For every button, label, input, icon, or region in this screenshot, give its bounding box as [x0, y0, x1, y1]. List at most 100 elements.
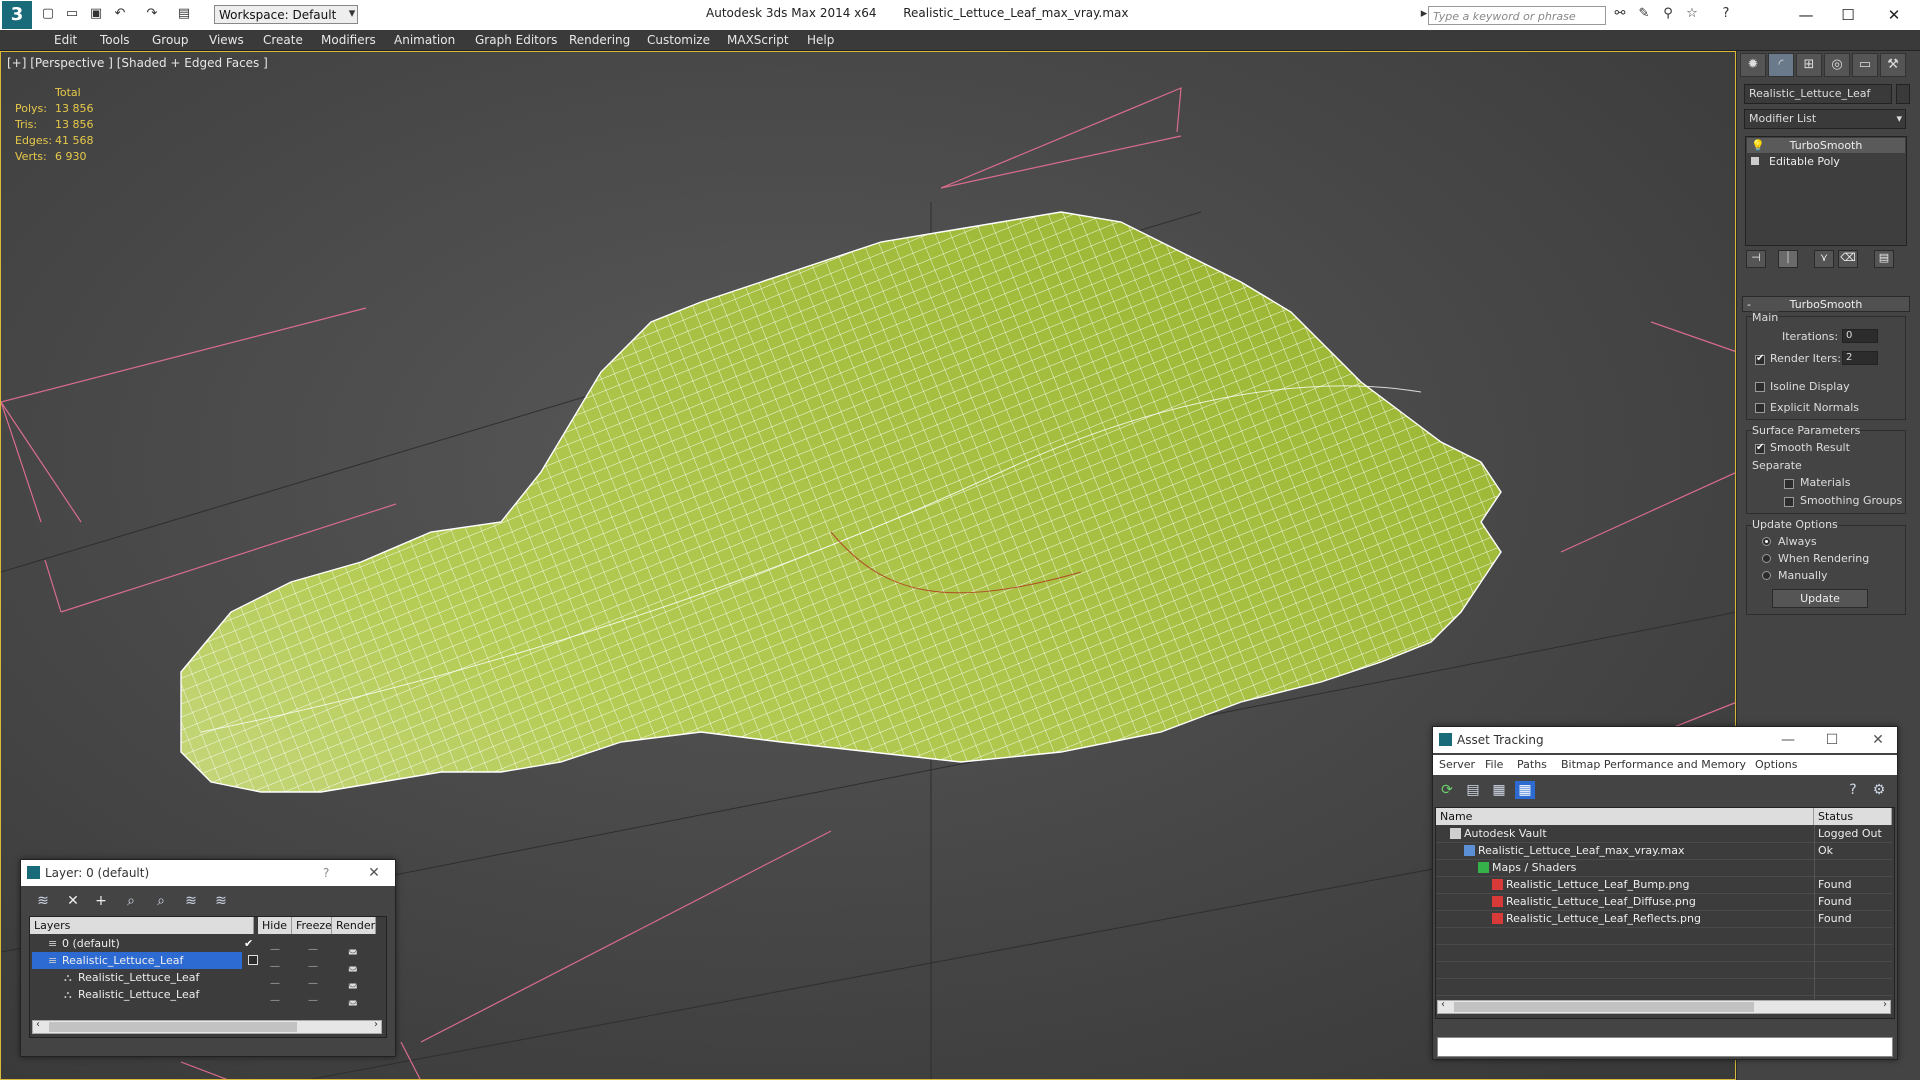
help-icon[interactable]: ? — [323, 860, 329, 886]
when-rendering-radio[interactable] — [1762, 554, 1771, 563]
always-radio[interactable] — [1762, 537, 1771, 546]
new-file-icon[interactable]: ▢ — [40, 6, 56, 22]
object-row[interactable]: ⛬ Realistic_Lettuce_Leaf — [30, 986, 380, 1003]
col-name[interactable]: Name — [1436, 808, 1814, 825]
search-input[interactable]: Type a keyword or phrase — [1428, 6, 1606, 25]
asset-horizontal-scrollbar[interactable]: ‹ › — [1437, 999, 1891, 1014]
menu-help[interactable]: Help — [807, 33, 834, 47]
help-icon[interactable]: ? — [1843, 781, 1863, 799]
isoline-display-checkbox[interactable] — [1755, 382, 1765, 392]
menu-views[interactable]: Views — [209, 33, 244, 47]
smooth-result-checkbox[interactable] — [1755, 442, 1765, 454]
highlight-layer-icon[interactable]: ⌕ — [151, 892, 171, 910]
list-view-icon[interactable]: ▤ — [1463, 781, 1483, 799]
stack-item-editable-poly[interactable]: Editable Poly — [1747, 154, 1905, 169]
remove-modifier-icon[interactable]: ⌫ — [1838, 250, 1858, 268]
asset-path-field[interactable] — [1437, 1037, 1893, 1057]
menu-edit[interactable]: Edit — [54, 33, 77, 47]
col-render[interactable]: Render — [332, 917, 376, 934]
layer-dialog-titlebar[interactable]: Layer: 0 (default) ? ✕ — [21, 860, 395, 886]
lightbulb-icon[interactable]: 💡 — [1751, 138, 1765, 153]
active-layer-checkbox[interactable] — [248, 955, 258, 965]
maximize-icon[interactable]: ☐ — [1815, 727, 1849, 753]
asset-menu-paths[interactable]: Paths — [1517, 758, 1547, 771]
motion-tab-icon[interactable]: ◎ — [1824, 53, 1850, 77]
menu-create[interactable]: Create — [263, 33, 303, 47]
scroll-thumb[interactable] — [49, 1022, 297, 1032]
menu-animation[interactable]: Animation — [394, 33, 455, 47]
asset-menu-options[interactable]: Options — [1755, 758, 1797, 771]
scroll-thumb[interactable] — [1454, 1002, 1754, 1012]
add-to-layer-icon[interactable]: + — [91, 892, 111, 910]
asset-row[interactable]: Autodesk Vault Logged Out — [1436, 825, 1892, 843]
select-objects-icon[interactable]: ⌕ — [121, 892, 141, 910]
hide-markers[interactable]: — — — — — [270, 941, 280, 1009]
asset-row[interactable]: Realistic_Lettuce_Leaf_Bump.png Found — [1436, 876, 1892, 894]
object-color-swatch[interactable] — [1896, 84, 1910, 104]
update-button[interactable]: Update — [1772, 589, 1868, 608]
pin-stack-icon[interactable]: ⊣ — [1746, 250, 1766, 268]
save-icon[interactable]: ▣ — [88, 6, 104, 22]
asset-row[interactable]: Realistic_Lettuce_Leaf_Diffuse.png Found — [1436, 893, 1892, 911]
binoculars-icon[interactable]: ⚯ — [1612, 6, 1628, 22]
chevron-left-icon[interactable]: ‹ — [1441, 999, 1445, 1010]
col-layers[interactable]: Layers — [30, 917, 254, 934]
refresh-icon[interactable]: ⟳ — [1437, 781, 1457, 799]
asset-row[interactable]: Realistic_Lettuce_Leaf_Reflects.png Found — [1436, 910, 1892, 928]
turbosmooth-rollout-header[interactable]: - TurboSmooth — [1742, 296, 1910, 312]
iterations-spinner[interactable]: 0 — [1842, 329, 1878, 343]
user-icon[interactable]: ⚲ — [1660, 6, 1676, 22]
workspace-dropdown[interactable]: Workspace: Default — [214, 5, 358, 24]
close-icon[interactable]: ✕ — [357, 860, 391, 886]
smoothing-groups-checkbox[interactable] — [1784, 497, 1794, 507]
project-folder-icon[interactable]: ▤ — [176, 6, 192, 22]
menu-customize[interactable]: Customize — [647, 33, 710, 47]
maximize-icon[interactable]: ☐ — [1826, 2, 1870, 28]
object-name-field[interactable]: Realistic_Lettuce_Leaf — [1744, 84, 1892, 104]
viewport-label[interactable]: [+] [Perspective ] [Shaded + Edged Faces… — [7, 56, 268, 70]
display-tab-icon[interactable]: ▭ — [1852, 53, 1878, 77]
configure-sets-icon[interactable]: ▤ — [1874, 250, 1894, 268]
hierarchy-tab-icon[interactable]: ⊞ — [1796, 53, 1822, 77]
delete-layer-icon[interactable]: ✕ — [63, 892, 83, 910]
minimize-icon[interactable]: — — [1771, 727, 1805, 753]
chevron-right-icon[interactable]: › — [374, 1019, 378, 1030]
modifier-list-dropdown[interactable]: Modifier List ▾ — [1744, 109, 1906, 129]
asset-menu-server[interactable]: Server — [1439, 758, 1475, 771]
app-logo-icon[interactable]: 3 — [2, 1, 32, 29]
show-end-result-icon[interactable]: ⏐ — [1778, 250, 1798, 268]
menu-rendering[interactable]: Rendering — [569, 33, 630, 47]
asset-tracking-titlebar[interactable]: Asset Tracking — ☐ ✕ — [1433, 727, 1897, 753]
col-hide[interactable]: Hide — [258, 917, 292, 934]
asset-row[interactable]: Realistic_Lettuce_Leaf_max_vray.max Ok — [1436, 842, 1892, 860]
hide-all-icon[interactable]: ≋ — [181, 892, 201, 910]
render-iters-checkbox[interactable] — [1755, 353, 1765, 365]
help-context-icon[interactable]: ⚙ — [1869, 781, 1889, 799]
asset-menu-file[interactable]: File — [1485, 758, 1503, 771]
materials-checkbox[interactable] — [1784, 479, 1794, 489]
asset-menu-bitmap[interactable]: Bitmap Performance and Memory — [1561, 758, 1746, 771]
menu-modifiers[interactable]: Modifiers — [321, 33, 376, 47]
grid-view-icon[interactable]: ▦ — [1489, 781, 1509, 799]
menu-group[interactable]: Group — [152, 33, 189, 47]
layer-row-selected[interactable]: ≡ Realistic_Lettuce_Leaf — [32, 952, 242, 969]
col-freeze[interactable]: Freeze — [292, 917, 332, 934]
col-status[interactable]: Status — [1814, 808, 1892, 825]
communication-icon[interactable]: ✎ — [1636, 6, 1652, 22]
freeze-all-icon[interactable]: ≋ — [211, 892, 231, 910]
manually-radio[interactable] — [1762, 571, 1771, 580]
freeze-markers[interactable]: — — — — — [308, 941, 318, 1009]
chevron-down-icon[interactable]: ▾ — [344, 6, 360, 22]
redo-icon[interactable]: ↷ — [144, 6, 160, 22]
make-unique-icon[interactable]: ⋎ — [1814, 250, 1834, 268]
modifier-stack[interactable]: 💡 TurboSmooth Editable Poly — [1745, 136, 1907, 246]
minimize-icon[interactable]: — — [1784, 2, 1828, 28]
close-icon[interactable]: ✕ — [1861, 727, 1895, 753]
undo-icon[interactable]: ↶ — [112, 6, 128, 22]
menu-tools[interactable]: Tools — [100, 33, 130, 47]
create-tab-icon[interactable]: ✹ — [1740, 53, 1766, 77]
horizontal-scrollbar[interactable]: ‹ › — [32, 1019, 382, 1034]
menu-graph-editors[interactable]: Graph Editors — [475, 33, 557, 47]
help-icon[interactable]: ? — [1718, 6, 1734, 22]
explicit-normals-checkbox[interactable] — [1755, 403, 1765, 413]
